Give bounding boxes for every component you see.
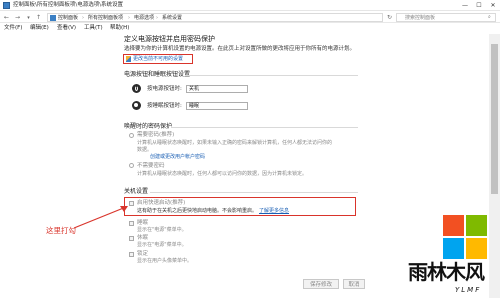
section-divider: [185, 75, 358, 76]
require-password-desc: 计算机从睡眠状态唤醒时，如果未输入正确的密码来解锁计算机，任何人都无法访问你的: [137, 140, 333, 146]
fast-startup-desc: 这有助于在关机之后更快地启动电脑。不会影响重启。: [137, 208, 258, 214]
recent-dropdown-icon[interactable]: ▾: [24, 13, 33, 22]
maximize-button[interactable]: ☐: [472, 0, 486, 11]
sleep-button-select[interactable]: 睡眠 ⌄: [186, 102, 248, 110]
sleep-option-desc: 显示在"电源"菜单中。: [137, 227, 187, 233]
hibernate-option-title: 休眠: [137, 235, 149, 241]
chevron-down-icon: ⌄: [189, 86, 193, 91]
menu-view[interactable]: 查看(V): [57, 25, 76, 32]
create-password-link[interactable]: 创建或更改用户帐户密码: [150, 155, 205, 160]
watermark-brand-latin: YLMF: [455, 286, 482, 294]
shutdown-section-title: 关机设置: [124, 188, 149, 195]
breadcrumb[interactable]: 控制面板 › 所有控制面板项 › 电源选项 › 系统设置: [47, 13, 383, 22]
no-password-radio[interactable]: [129, 163, 134, 168]
save-changes-button[interactable]: 保存修改: [303, 279, 339, 289]
chevron-down-icon: ⌄: [189, 103, 193, 108]
lock-option-desc: 显示在用户头像菜单中。: [137, 258, 193, 264]
hibernate-checkbox[interactable]: [129, 236, 134, 241]
section-divider: [171, 127, 358, 128]
require-password-desc-cont: 数据。: [137, 147, 153, 153]
up-arrow-icon[interactable]: ↑: [34, 13, 43, 22]
change-unavailable-settings-link[interactable]: 更改当前不可用的设置: [133, 57, 183, 62]
control-panel-small-icon: [50, 15, 56, 21]
no-password-desc: 计算机从睡眠状态唤醒时，任何人都可以访问你的数据，因为计算机未锁定。: [137, 171, 308, 177]
section-divider: [150, 192, 358, 193]
menu-file[interactable]: 文件(F): [4, 25, 22, 32]
power-buttons-section-title: 电源按钮和睡眠按钮设置: [124, 71, 191, 78]
shield-icon: [126, 56, 131, 62]
menu-help[interactable]: 帮助(H): [110, 25, 129, 32]
search-input[interactable]: 搜索控制面板 ⌕: [396, 13, 496, 22]
menu-tools[interactable]: 工具(T): [84, 25, 103, 32]
no-password-title: 不需要密码: [137, 163, 165, 169]
lock-checkbox[interactable]: [129, 252, 134, 257]
hibernate-option-desc: 显示在"电源"菜单中。: [137, 242, 187, 248]
minimize-button[interactable]: —: [458, 0, 472, 11]
power-button-label: 按电源按钮时:: [147, 86, 182, 92]
power-button-select[interactable]: 关机 ⌄: [186, 85, 248, 93]
search-placeholder: 搜索控制面板: [405, 14, 436, 21]
require-password-radio[interactable]: [129, 133, 134, 138]
title-bar: 控制面板\所有控制面板项\电源选项\系统设置 — ☐ ✕: [0, 0, 500, 11]
breadcrumb-item[interactable]: 所有控制面板项: [88, 15, 123, 21]
breadcrumb-item[interactable]: 电源选项: [134, 15, 154, 21]
close-button[interactable]: ✕: [486, 0, 500, 11]
menu-edit[interactable]: 编辑(E): [30, 25, 49, 32]
cancel-button[interactable]: 取消: [343, 279, 365, 289]
sleep-option-title: 睡眠: [137, 220, 149, 226]
watermark-brand: 雨林木风: [408, 260, 485, 284]
breadcrumb-item[interactable]: 控制面板: [58, 15, 78, 21]
annotation-arrow: [73, 206, 128, 229]
lock-option-title: 锁定: [137, 251, 149, 257]
scrollbar-thumb[interactable]: [491, 44, 498, 194]
sleep-button-label: 按睡眠按钮时:: [147, 103, 182, 109]
control-panel-icon: [3, 2, 10, 9]
address-bar: ← → ▾ ↑ 控制面板 › 所有控制面板项 › 电源选项 › 系统设置 ↻ 搜…: [0, 12, 500, 23]
window-title: 控制面板\所有控制面板项\电源选项\系统设置: [13, 1, 124, 8]
require-password-title: 需要密码(推荐): [137, 132, 175, 138]
vertical-scrollbar[interactable]: [489, 34, 500, 298]
fast-startup-title: 启用快速启动(推荐): [137, 200, 186, 206]
wake-password-section-title: 唤醒时的密码保护: [124, 123, 173, 130]
page-description: 选择要为你的计算机设置的电源设置。在此页上对设置所做的更改将应用于你所有的电源计…: [124, 46, 356, 52]
learn-more-link[interactable]: 了解更多信息: [259, 209, 289, 214]
search-icon: ⌕: [488, 14, 491, 20]
back-arrow-icon[interactable]: ←: [2, 13, 11, 22]
breadcrumb-item[interactable]: 系统设置: [162, 15, 182, 21]
forward-arrow-icon[interactable]: →: [13, 13, 22, 22]
page-title: 定义电源按钮并启用密码保护: [124, 35, 215, 43]
refresh-icon[interactable]: ↻: [385, 13, 394, 22]
windows-logo: [443, 215, 487, 259]
menu-bar: 文件(F) 编辑(E) 查看(V) 工具(T) 帮助(H): [0, 24, 500, 33]
